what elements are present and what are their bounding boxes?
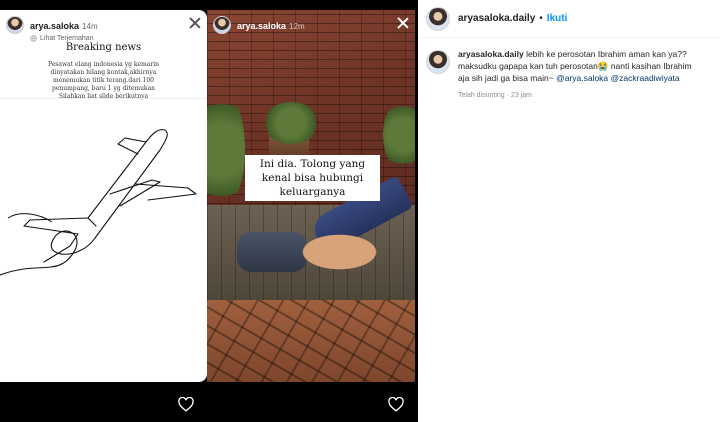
comment-username[interactable]: aryasaloka.daily bbox=[458, 49, 524, 59]
avatar[interactable] bbox=[213, 16, 231, 34]
story-body: Pesawat elang indonesia yg kemarin dinya… bbox=[47, 61, 160, 100]
story-age: 12m bbox=[289, 22, 305, 31]
plant bbox=[263, 102, 319, 144]
avatar[interactable] bbox=[426, 6, 450, 31]
story-username[interactable]: arya.saloka bbox=[30, 21, 79, 31]
story-username[interactable]: arya.saloka bbox=[237, 21, 286, 31]
post-panel: aryasaloka.daily • Ikuti aryasaloka.dail… bbox=[418, 0, 720, 422]
caption-comment: aryasaloka.daily lebih ke perosotan Ibra… bbox=[418, 38, 720, 102]
avatar[interactable] bbox=[426, 50, 450, 74]
comment-meta: Telah disunting · 23 jam bbox=[458, 92, 532, 99]
person-body bbox=[297, 232, 382, 272]
mention-link[interactable]: @zackraadiwiyata bbox=[611, 73, 680, 83]
heart-icon[interactable] bbox=[388, 397, 404, 412]
avatar[interactable] bbox=[6, 16, 24, 34]
translation-label: Lihat Terjemahan bbox=[40, 34, 94, 42]
brick-floor bbox=[207, 300, 415, 382]
separator-dot: • bbox=[539, 13, 543, 24]
mention-link[interactable]: @arya.saloka bbox=[556, 73, 608, 83]
post-header: aryasaloka.daily • Ikuti bbox=[418, 0, 720, 38]
divider bbox=[0, 98, 207, 99]
story-caption: Ini dia. Tolong yang kenal bisa hubungi … bbox=[245, 155, 380, 201]
story-header: arya.saloka 12m bbox=[207, 10, 415, 46]
heart-icon[interactable] bbox=[178, 397, 194, 412]
airplane-drawing bbox=[0, 129, 197, 276]
follow-button[interactable]: Ikuti bbox=[547, 13, 568, 24]
translation-link[interactable]: Lihat Terjemahan bbox=[30, 35, 98, 43]
story-breaking-news[interactable]: arya.saloka 14m Lihat Terjemahan Breaking… bbox=[0, 10, 207, 382]
plant bbox=[383, 100, 415, 170]
story-photo[interactable]: arya.saloka 12m Ini dia. Tolong yang kena… bbox=[207, 10, 415, 382]
translate-icon bbox=[30, 35, 37, 42]
breaking-news-card: Breaking news Pesawat elang indonesia yg… bbox=[0, 42, 207, 101]
story-age: 14m bbox=[82, 22, 98, 31]
story-header: arya.saloka 14m Lihat Terjemahan bbox=[0, 10, 207, 46]
post-username[interactable]: aryasaloka.daily bbox=[458, 13, 535, 24]
